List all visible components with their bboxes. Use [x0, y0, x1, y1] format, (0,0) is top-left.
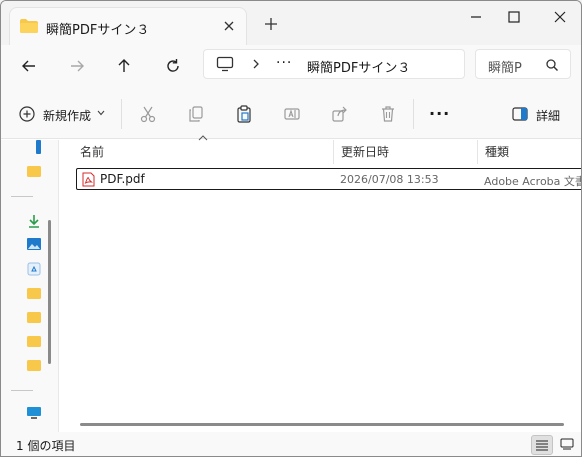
column-header-name[interactable]: 名前	[80, 143, 104, 160]
title-bar: 瞬簡PDFサイン３	[1, 1, 581, 45]
folder-icon[interactable]	[27, 358, 41, 372]
command-separator	[121, 99, 122, 129]
address-bar[interactable]: ··· 瞬簡PDFサイン３	[203, 49, 465, 79]
new-button-label: 新規作成	[43, 109, 92, 123]
new-tab-icon[interactable]	[263, 16, 279, 32]
paste-icon[interactable]	[235, 105, 253, 123]
close-tab-icon[interactable]	[220, 17, 238, 35]
file-modified-date: 2026/07/08 13:53	[340, 173, 439, 186]
item-count: 1 個の項目	[16, 439, 76, 453]
refresh-icon[interactable]	[164, 57, 182, 75]
copy-icon[interactable]	[187, 105, 205, 123]
column-header-date[interactable]: 更新日時	[341, 143, 389, 160]
share-icon[interactable]	[331, 105, 349, 123]
address-overflow-button[interactable]: ···	[276, 55, 292, 71]
sort-ascending-icon	[198, 135, 208, 141]
this-pc-icon[interactable]	[216, 56, 234, 72]
details-view-icon	[536, 440, 548, 451]
column-header-type[interactable]: 種類	[485, 143, 509, 160]
table-row[interactable]: PDF.pdf 2026/07/08 13:53 Adobe Acroba 文書	[76, 168, 582, 190]
this-pc-icon[interactable]	[27, 406, 41, 420]
recycle-icon[interactable]	[27, 262, 41, 276]
plus-circle-icon	[19, 106, 35, 122]
rename-icon[interactable]	[283, 105, 301, 123]
forward-arrow-icon[interactable]	[68, 57, 86, 75]
status-bar: 1 個の項目	[1, 432, 581, 456]
maximize-icon[interactable]	[501, 7, 527, 27]
search-box[interactable]: 瞬簡P	[475, 49, 571, 79]
delete-icon[interactable]	[379, 105, 397, 123]
close-window-icon[interactable]	[547, 7, 573, 27]
quick-access-icon[interactable]	[36, 140, 41, 154]
pictures-icon[interactable]	[27, 237, 41, 251]
new-button[interactable]: 新規作成	[15, 103, 111, 125]
column-divider[interactable]	[477, 140, 478, 164]
address-current-folder[interactable]: 瞬簡PDFサイン３	[307, 57, 410, 76]
navigation-bar: ··· 瞬簡PDFサイン３ 瞬簡P	[1, 45, 581, 89]
navigation-pane	[1, 140, 59, 432]
column-divider[interactable]	[333, 140, 334, 164]
folder-icon[interactable]	[27, 286, 41, 300]
folder-icon[interactable]	[27, 310, 41, 324]
file-explorer-window: 瞬簡PDFサイン３ ··· 瞬簡PDFサイン３ 瞬簡P 新規作成 ··· 詳細 …	[0, 0, 582, 457]
details-label: 詳細	[536, 109, 561, 123]
search-icon[interactable]	[545, 58, 559, 72]
search-placeholder: 瞬簡P	[488, 61, 522, 76]
chevron-right-icon[interactable]	[250, 57, 262, 71]
see-more-button[interactable]: ···	[429, 106, 450, 122]
file-name: PDF.pdf	[100, 172, 145, 186]
folder-icon	[20, 19, 38, 33]
tab-current-folder[interactable]: 瞬簡PDFサイン３	[9, 7, 247, 45]
command-separator	[413, 99, 414, 129]
horizontal-scrollbar[interactable]	[80, 423, 564, 426]
column-header-row: 名前 更新日時 種類	[60, 135, 581, 164]
sidebar-separator	[11, 390, 33, 391]
downloads-icon[interactable]	[27, 214, 41, 228]
large-icons-view-button[interactable]	[557, 435, 579, 455]
file-type: Adobe Acroba 文書	[484, 175, 582, 188]
details-pane-icon	[512, 107, 528, 121]
tiles-view-icon	[560, 438, 574, 450]
details-view-button[interactable]	[531, 435, 553, 455]
sidebar-scrollbar[interactable]	[48, 220, 51, 364]
cut-icon[interactable]	[139, 105, 157, 123]
back-arrow-icon[interactable]	[20, 57, 38, 75]
minimize-icon[interactable]	[463, 7, 489, 27]
details-pane-button[interactable]: 詳細	[510, 103, 574, 125]
folder-icon[interactable]	[27, 164, 41, 178]
command-bar: 新規作成 ··· 詳細	[1, 89, 581, 139]
tab-title: 瞬簡PDFサイン３	[46, 23, 150, 38]
file-list: 名前 更新日時 種類 PDF.pdf 2026/07/08 13:53 Adob…	[60, 135, 582, 432]
up-arrow-icon[interactable]	[115, 57, 133, 75]
pdf-file-icon	[82, 172, 95, 187]
sidebar-separator	[11, 196, 33, 197]
folder-icon[interactable]	[27, 334, 41, 348]
chevron-down-icon	[97, 110, 105, 116]
